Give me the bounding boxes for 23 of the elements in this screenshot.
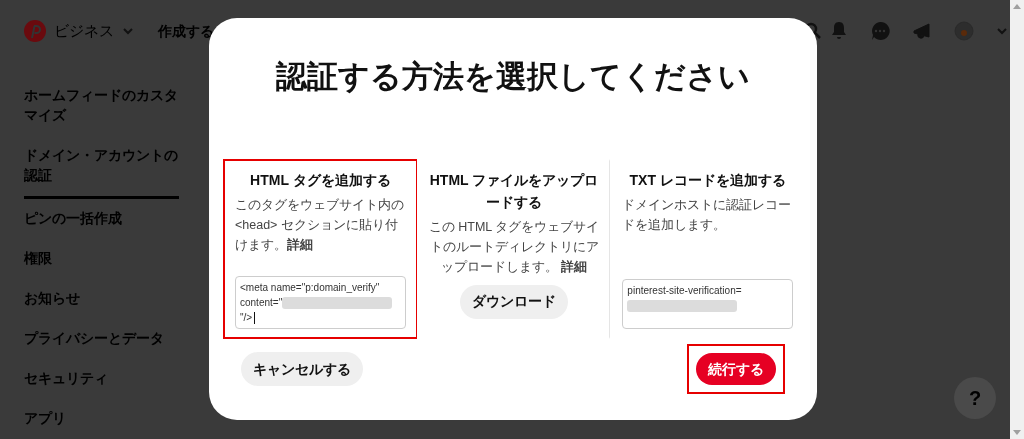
create-menu[interactable]: 作成する [158,20,214,42]
sidebar-item[interactable]: ホームフィードのカスタマイズ [24,76,179,136]
download-button[interactable]: ダウンロード [460,284,568,319]
business-menu[interactable]: ビジネス [54,19,114,43]
sidebar-item[interactable]: アプリ [24,399,179,439]
sidebar-item[interactable]: プライバシーとデータ [24,319,179,359]
help-button[interactable]: ? [954,377,996,419]
dialog-title: 認証する方法を選択してください [274,58,751,96]
code-field[interactable]: pinterest-site-verification= [622,278,793,329]
sidebar-item[interactable]: ドメイン・アカウントの認証 [24,136,179,199]
continue-button[interactable]: 続行する [696,353,776,385]
sidebar-item[interactable]: お知らせ [24,279,179,319]
method-title: HTML タグを追加する [249,170,392,190]
sidebar-item[interactable]: ピンの一括作成 [24,199,179,239]
method-description: ドメインホストに認証レコードを追加します。 [622,196,793,234]
method-title: HTML ファイルをアップロードする [428,170,600,212]
sidebar-item[interactable]: 権限 [24,239,179,279]
method-description: このタグをウェブサイト内の <head> セクションに貼り付けます。詳細 [235,196,405,254]
code-field[interactable]: <meta name="p:domain_verify" content=" "/> [235,275,406,329]
cancel-button[interactable]: キャンセルする [241,352,363,386]
method-title: TXT レコードを追加する [628,170,787,190]
method-description: この HTML タグをウェブサイトのルートディレクトリにアップロードします。 詳細 [428,218,600,276]
sidebar-item[interactable]: セキュリティ [24,359,179,399]
